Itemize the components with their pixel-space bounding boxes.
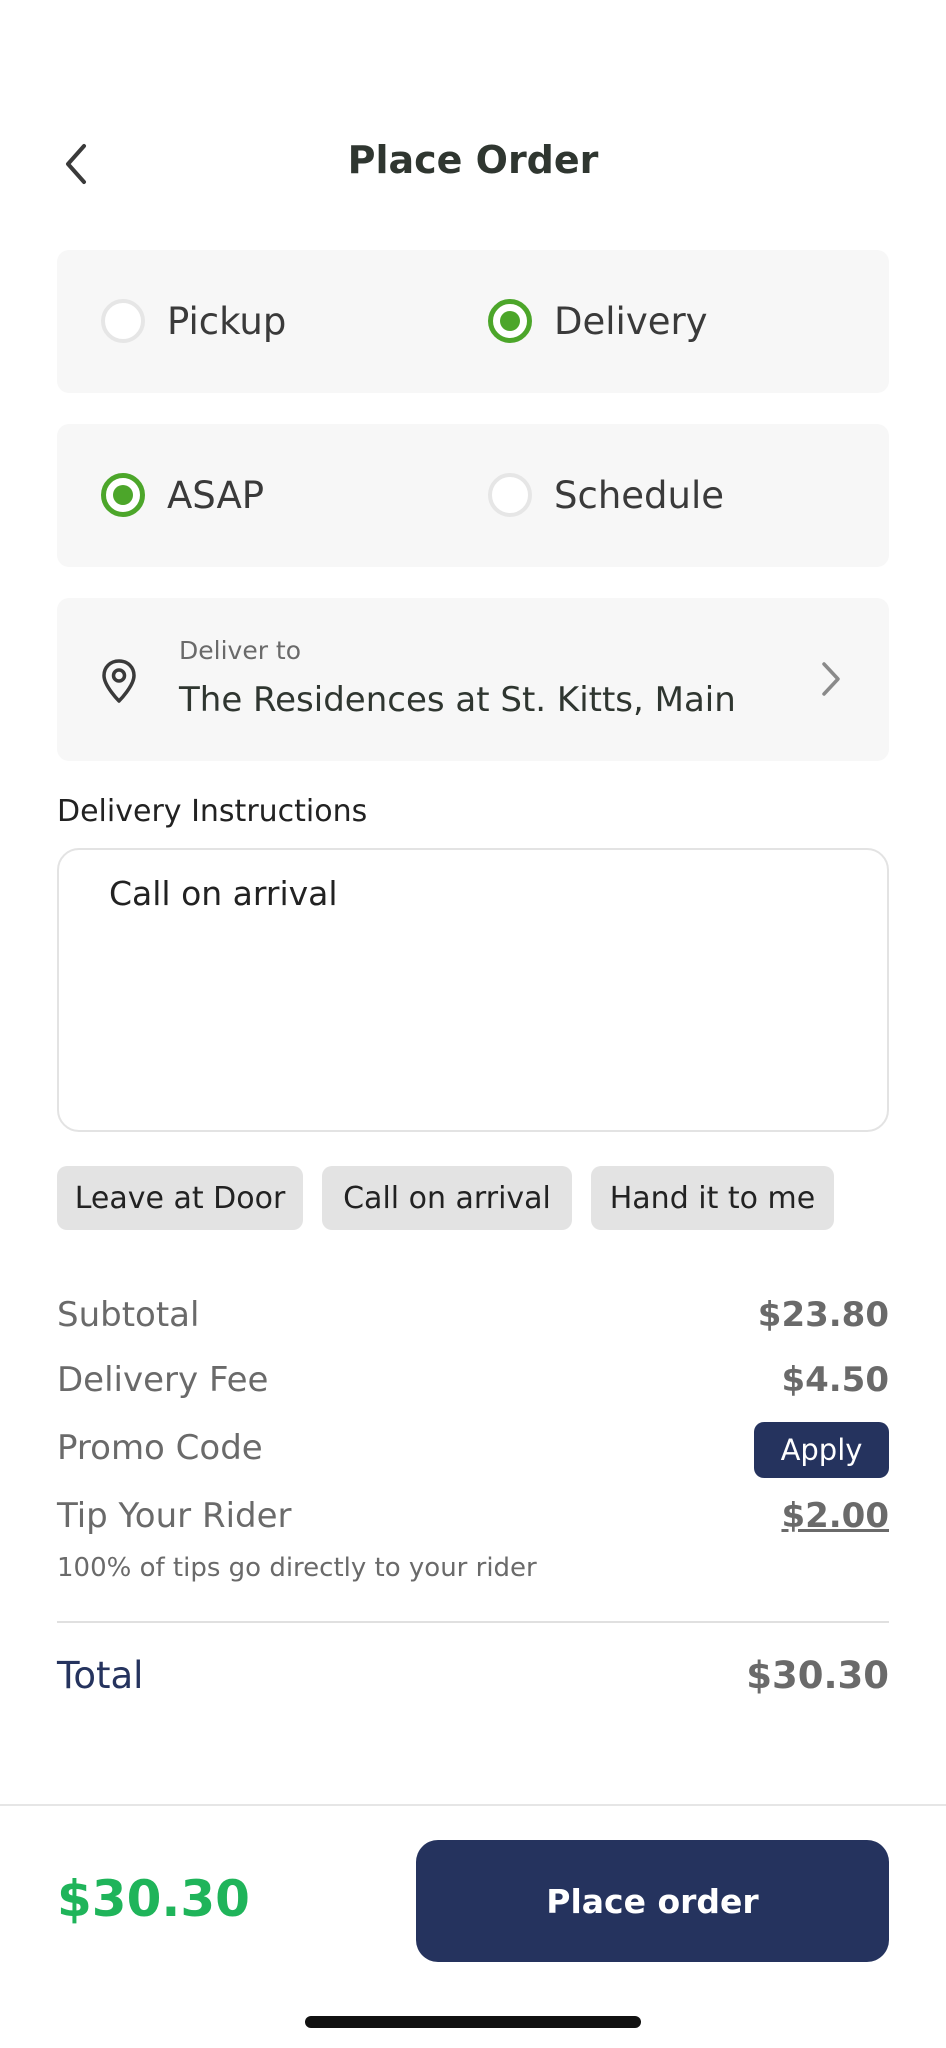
tip-label: Tip Your Rider: [57, 1496, 292, 1536]
subtotal-value: $23.80: [757, 1295, 889, 1335]
pickup-label: Pickup: [167, 299, 287, 343]
location-pin-icon: [102, 659, 136, 703]
deliver-to-row[interactable]: Deliver to The Residences at St. Kitts, …: [57, 598, 889, 761]
fulfillment-selector: Pickup Delivery: [57, 250, 889, 393]
tip-note: 100% of tips go directly to your rider: [57, 1553, 537, 1583]
home-indicator[interactable]: [305, 2016, 641, 2028]
instructions-label: Delivery Instructions: [57, 794, 368, 829]
apply-promo-button[interactable]: Apply: [754, 1422, 889, 1478]
promo-code-label: Promo Code: [57, 1428, 263, 1468]
deliver-to-label: Deliver to: [179, 636, 302, 665]
delivery-label: Delivery: [554, 299, 708, 343]
timing-selector: ASAP Schedule: [57, 424, 889, 567]
radio-unselected-icon: [488, 473, 532, 517]
asap-label: ASAP: [167, 473, 265, 517]
delivery-address: The Residences at St. Kitts, Main: [179, 680, 736, 720]
place-order-button[interactable]: Place order: [416, 1840, 889, 1962]
chip-leave-at-door[interactable]: Leave at Door: [57, 1166, 303, 1230]
radio-selected-icon: [488, 299, 532, 343]
schedule-option[interactable]: Schedule: [488, 473, 724, 517]
summary-divider: [57, 1621, 889, 1623]
footer-divider: [0, 1804, 946, 1806]
page-title: Place Order: [347, 138, 599, 182]
chip-call-on-arrival[interactable]: Call on arrival: [322, 1166, 572, 1230]
delivery-fee-label: Delivery Fee: [57, 1360, 269, 1400]
instructions-input[interactable]: Call on arrival: [57, 848, 889, 1132]
delivery-option[interactable]: Delivery: [488, 299, 708, 343]
total-value: $30.30: [746, 1654, 889, 1697]
schedule-label: Schedule: [554, 473, 725, 517]
subtotal-label: Subtotal: [57, 1295, 200, 1335]
radio-unselected-icon: [101, 299, 145, 343]
tip-value-link[interactable]: $2.00: [781, 1496, 889, 1536]
delivery-fee-value: $4.50: [781, 1360, 889, 1400]
chip-hand-it-to-me[interactable]: Hand it to me: [591, 1166, 834, 1230]
asap-option[interactable]: ASAP: [101, 473, 264, 517]
total-label: Total: [57, 1654, 144, 1697]
pickup-option[interactable]: Pickup: [101, 299, 286, 343]
radio-selected-icon: [101, 473, 145, 517]
chevron-right-icon: [822, 662, 840, 696]
footer-total: $30.30: [57, 1870, 250, 1928]
